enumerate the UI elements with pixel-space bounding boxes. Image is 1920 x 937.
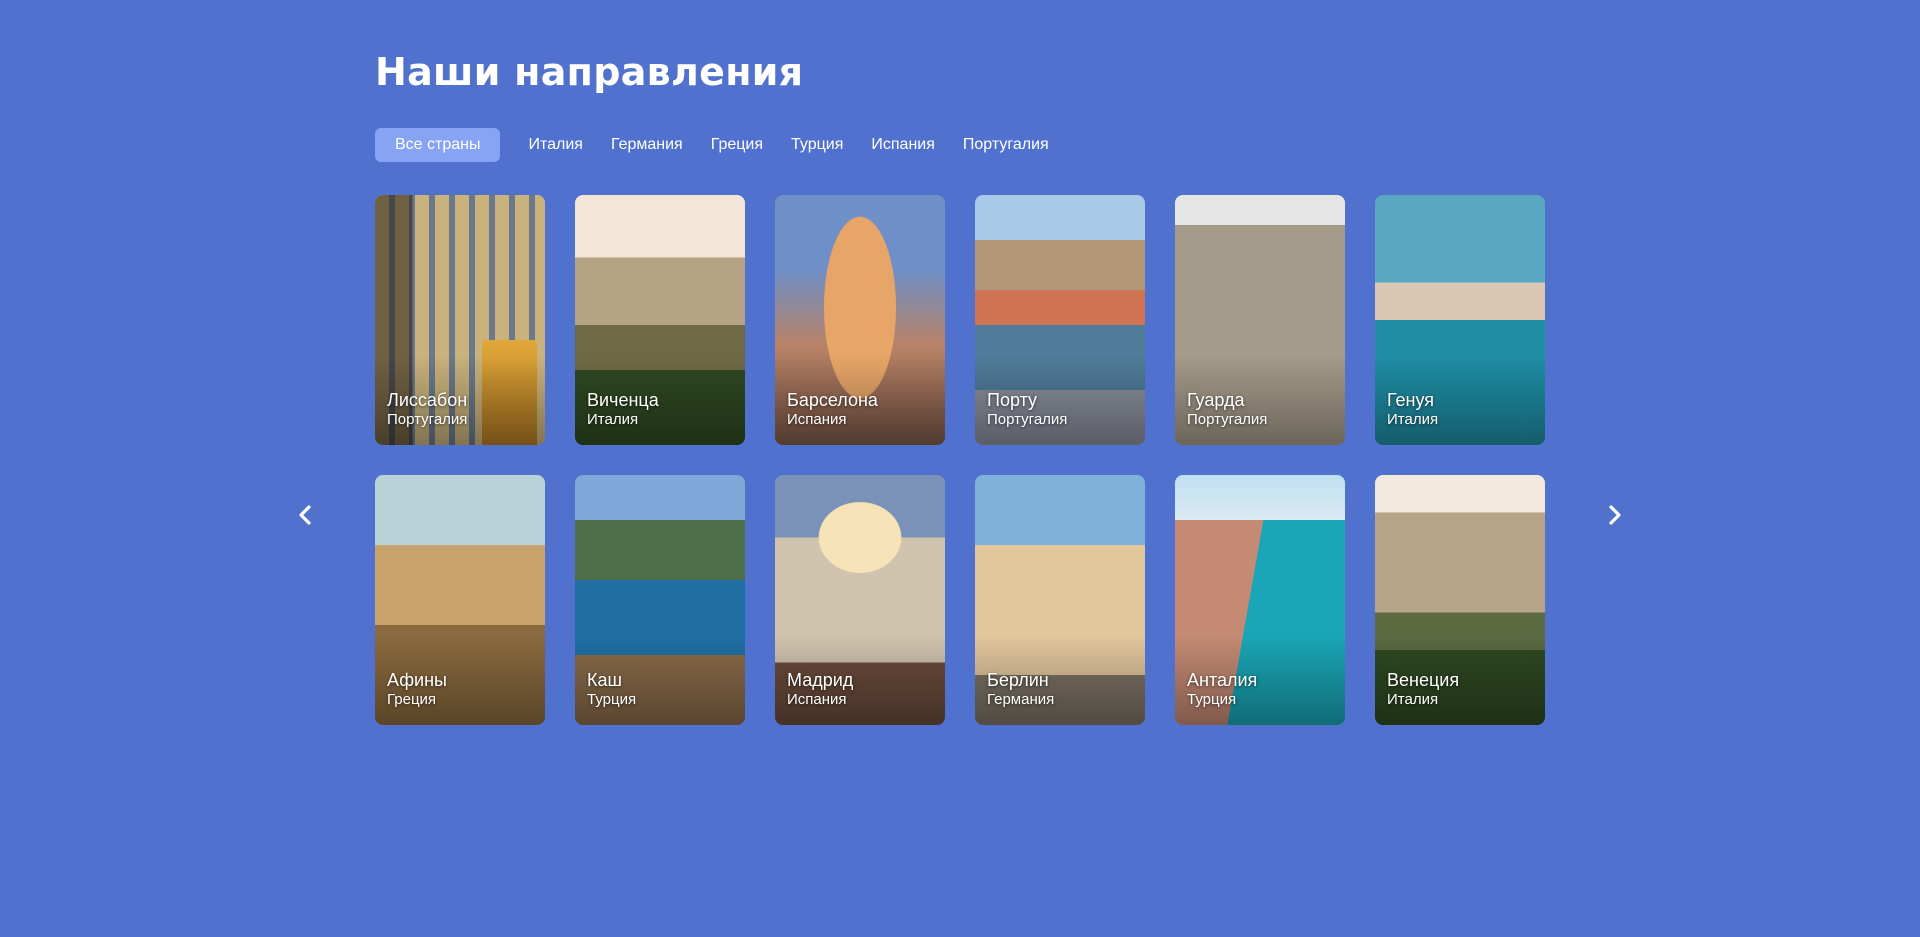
destination-city: Анталия	[1187, 670, 1258, 690]
destination-city: Виченца	[587, 390, 659, 410]
destination-city: Порту	[987, 390, 1038, 410]
destination-card-lisbon[interactable]: Лиссабон Португалия	[375, 195, 545, 445]
destination-country: Португалия	[387, 411, 468, 428]
destination-country: Италия	[587, 411, 639, 428]
destination-city: Мадрид	[787, 670, 854, 690]
filter-all-countries[interactable]: Все страны	[375, 128, 501, 162]
chevron-left-icon	[299, 505, 311, 525]
destination-card-genoa[interactable]: Генуя Италия	[1375, 195, 1545, 445]
destination-card-guarda[interactable]: Гуарда Португалия	[1175, 195, 1345, 445]
carousel-prev-button[interactable]	[290, 500, 320, 530]
destination-country: Греция	[387, 691, 437, 708]
destination-card-antalya[interactable]: Анталия Турция	[1175, 475, 1345, 725]
destination-country: Испания	[787, 691, 847, 708]
destination-country: Италия	[1387, 691, 1439, 708]
filter-turkey[interactable]: Турция	[777, 128, 857, 162]
destination-card-vicenza[interactable]: Виченца Италия	[575, 195, 745, 445]
destination-city: Гуарда	[1187, 390, 1245, 410]
destination-city: Барселона	[787, 390, 878, 410]
destination-country: Италия	[1387, 411, 1439, 428]
carousel-next-button[interactable]	[1600, 500, 1630, 530]
destination-card-porto[interactable]: Порту Португалия	[975, 195, 1145, 445]
destination-city: Генуя	[1387, 390, 1435, 410]
destination-city: Берлин	[987, 670, 1049, 690]
destination-card-kas[interactable]: Каш Турция	[575, 475, 745, 725]
destination-country: Турция	[1187, 691, 1237, 708]
destination-card-madrid[interactable]: Мадрид Испания	[775, 475, 945, 725]
destinations-section: Наши направления Все страны Италия Герма…	[0, 0, 1920, 937]
page-title: Наши направления	[375, 50, 804, 94]
filter-germany[interactable]: Германия	[597, 128, 697, 162]
destinations-grid: Лиссабон Португалия Виченца Италия Барсе…	[375, 195, 1545, 725]
destination-card-barcelona[interactable]: Барселона Испания	[775, 195, 945, 445]
country-filter-tabs: Все страны Италия Германия Греция Турция…	[375, 128, 1063, 162]
chevron-right-icon	[1609, 505, 1621, 525]
destination-city: Афины	[387, 670, 447, 690]
destination-country: Португалия	[1187, 411, 1268, 428]
destination-card-athens[interactable]: Афины Греция	[375, 475, 545, 725]
filter-spain[interactable]: Испания	[857, 128, 949, 162]
filter-portugal[interactable]: Португалия	[949, 128, 1063, 162]
destination-country: Турция	[587, 691, 637, 708]
destination-card-berlin[interactable]: Берлин Германия	[975, 475, 1145, 725]
filter-greece[interactable]: Греция	[697, 128, 777, 162]
destination-city: Венеция	[1387, 670, 1460, 690]
destination-country: Португалия	[987, 411, 1068, 428]
filter-italy[interactable]: Италия	[514, 128, 596, 162]
destination-card-venice[interactable]: Венеция Италия	[1375, 475, 1545, 725]
destination-city: Каш	[587, 670, 622, 690]
destination-country: Германия	[987, 691, 1055, 708]
destination-country: Испания	[787, 411, 847, 428]
destination-city: Лиссабон	[387, 390, 468, 410]
